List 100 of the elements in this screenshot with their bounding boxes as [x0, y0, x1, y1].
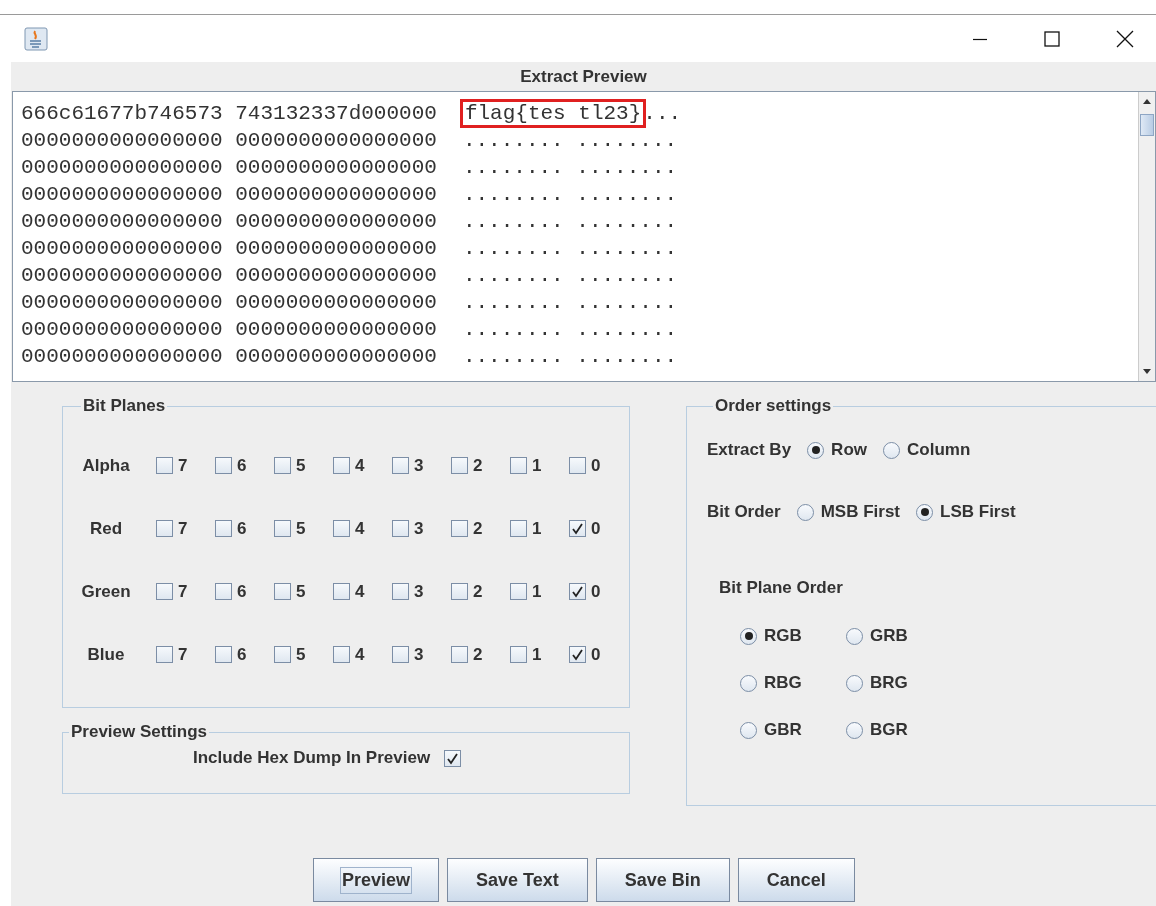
checkbox[interactable]	[333, 520, 350, 537]
checkbox[interactable]	[569, 457, 586, 474]
bit-label[interactable]: 0	[591, 581, 601, 602]
bit-label[interactable]: 7	[178, 644, 188, 665]
checkbox[interactable]	[392, 520, 409, 537]
radio-button[interactable]	[883, 441, 900, 459]
bit-label[interactable]: 2	[473, 518, 483, 539]
checkbox[interactable]	[510, 457, 527, 474]
radio-label[interactable]: Column	[907, 440, 971, 460]
checkbox[interactable]	[215, 583, 232, 600]
bit-label[interactable]: 0	[591, 518, 601, 539]
scrollbar-thumb[interactable]	[1140, 114, 1154, 136]
radio-button[interactable]	[846, 674, 863, 692]
radio-label[interactable]: BGR	[870, 720, 908, 740]
bit-label[interactable]: 2	[473, 581, 483, 602]
bit-label[interactable]: 5	[296, 518, 306, 539]
checkbox[interactable]	[274, 457, 291, 474]
bit-label[interactable]: 2	[473, 644, 483, 665]
bit-label[interactable]: 1	[532, 581, 542, 602]
bit-label[interactable]: 4	[355, 455, 365, 476]
checkbox[interactable]	[156, 520, 173, 537]
checkbox[interactable]	[156, 646, 173, 663]
bit-label[interactable]: 3	[414, 455, 424, 476]
radio-label[interactable]: Row	[831, 440, 867, 460]
radio-label[interactable]: BRG	[870, 673, 908, 693]
checkbox[interactable]	[569, 583, 586, 600]
dialog-button[interactable]: Cancel	[737, 858, 855, 902]
checkbox[interactable]	[451, 520, 468, 537]
dialog-button[interactable]: Preview	[313, 858, 440, 902]
bit-label[interactable]: 7	[178, 518, 188, 539]
checkbox[interactable]	[451, 583, 468, 600]
bit-label[interactable]: 6	[237, 455, 247, 476]
checkbox[interactable]	[569, 520, 586, 537]
radio-label[interactable]: GBR	[764, 720, 802, 740]
channel-label: Alpha	[81, 455, 131, 476]
field-label: Bit Plane Order	[719, 578, 844, 598]
radio-button[interactable]	[846, 627, 863, 645]
bit-label[interactable]: 6	[237, 518, 247, 539]
radio-button[interactable]	[740, 627, 757, 645]
checkbox[interactable]	[156, 583, 173, 600]
close-icon[interactable]	[1116, 29, 1134, 48]
radio-button[interactable]	[916, 503, 934, 521]
bit-label[interactable]: 4	[355, 518, 365, 539]
radio-button[interactable]	[807, 441, 825, 459]
checkbox[interactable]	[215, 520, 232, 537]
checkbox[interactable]	[392, 646, 409, 663]
bit-label[interactable]: 1	[532, 518, 542, 539]
radio-button[interactable]	[846, 721, 863, 739]
radio-label[interactable]: RBG	[764, 673, 802, 693]
bit-label[interactable]: 0	[591, 644, 601, 665]
bit-label[interactable]: 5	[296, 644, 306, 665]
checkbox[interactable]	[215, 457, 232, 474]
checkbox[interactable]	[392, 583, 409, 600]
dialog-button[interactable]: Save Text	[447, 858, 588, 902]
checkbox[interactable]	[510, 520, 527, 537]
checkbox[interactable]	[451, 646, 468, 663]
radio-button[interactable]	[796, 503, 814, 521]
checkbox[interactable]	[392, 457, 409, 474]
coffee-cup-icon	[24, 26, 48, 51]
bit-label[interactable]: 4	[355, 581, 365, 602]
checkbox[interactable]	[510, 646, 527, 663]
checkbox[interactable]	[333, 646, 350, 663]
checkbox[interactable]	[451, 457, 468, 474]
checkbox[interactable]	[510, 583, 527, 600]
checkbox-label[interactable]: Include Hex Dump In Preview	[193, 748, 431, 768]
bit-label[interactable]: 7	[178, 455, 188, 476]
scrollbar[interactable]	[1138, 92, 1155, 381]
checkbox[interactable]	[333, 583, 350, 600]
radio-label[interactable]: RGB	[764, 626, 802, 646]
radio-label[interactable]: MSB First	[820, 502, 901, 522]
bit-label[interactable]: 3	[414, 581, 424, 602]
bit-label[interactable]: 3	[414, 518, 424, 539]
bit-label[interactable]: 6	[237, 581, 247, 602]
bit-label[interactable]: 1	[532, 455, 542, 476]
bit-label[interactable]: 1	[532, 644, 542, 665]
bit-label[interactable]: 5	[296, 455, 306, 476]
checkbox[interactable]	[274, 583, 291, 600]
bit-label[interactable]: 7	[178, 581, 188, 602]
bit-label[interactable]: 6	[237, 644, 247, 665]
radio-button[interactable]	[740, 674, 757, 692]
checkbox[interactable]	[215, 646, 232, 663]
hex-text: 0000000000000000 0000000000000000	[21, 291, 437, 314]
bit-label[interactable]: 0	[591, 455, 601, 476]
checkbox[interactable]	[274, 520, 291, 537]
checkbox[interactable]	[444, 749, 462, 767]
preview-text-area[interactable]	[12, 91, 1156, 382]
maximize-icon[interactable]	[1044, 30, 1060, 47]
hex-text: 0000000000000000 0000000000000000	[21, 210, 437, 233]
bit-label[interactable]: 3	[414, 644, 424, 665]
checkbox[interactable]	[333, 457, 350, 474]
bit-label[interactable]: 5	[296, 581, 306, 602]
checkbox[interactable]	[569, 646, 586, 663]
checkbox[interactable]	[274, 646, 291, 663]
radio-label[interactable]: LSB First	[940, 502, 1016, 522]
radio-button[interactable]	[740, 721, 757, 739]
checkbox[interactable]	[156, 457, 173, 474]
bit-label[interactable]: 4	[355, 644, 365, 665]
bit-label[interactable]: 2	[473, 455, 483, 476]
radio-label[interactable]: GRB	[870, 626, 908, 646]
dialog-button[interactable]: Save Bin	[595, 858, 730, 902]
